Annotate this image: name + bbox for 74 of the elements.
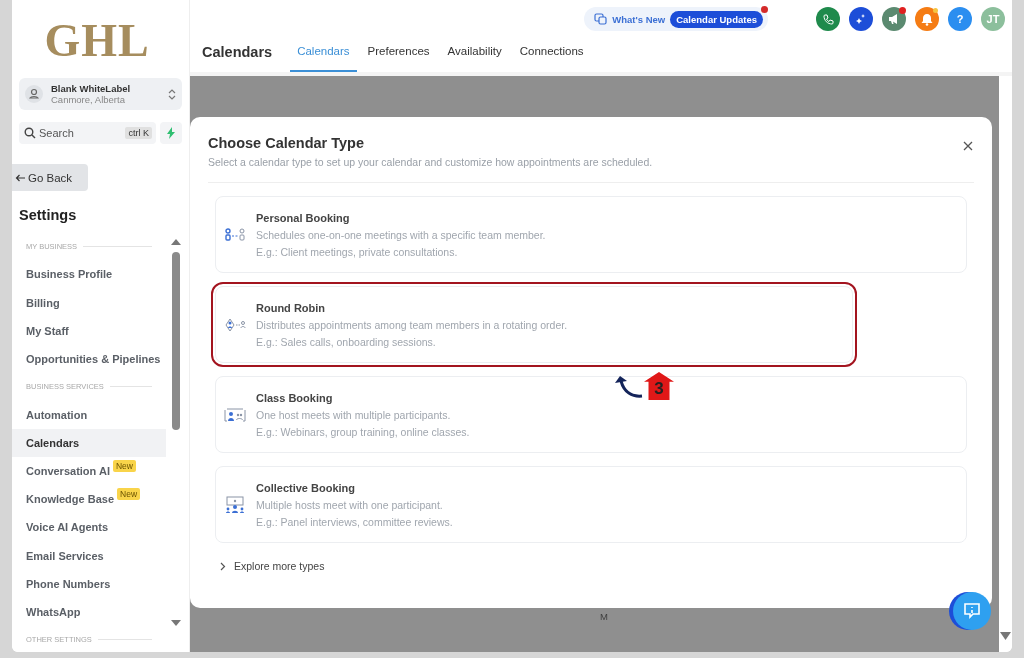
sidebar-item[interactable]: Phone Numbers (12, 569, 166, 598)
sidebar-item[interactable]: Billing (12, 288, 166, 317)
sidebar-item[interactable]: Conversation AI New (12, 456, 166, 486)
sidebar-item[interactable]: My Staff (12, 316, 166, 345)
option-example: E.g.: Sales calls, onboarding sessions. (256, 335, 437, 348)
quick-action-button[interactable] (160, 122, 182, 144)
option-description: Multiple hosts meet with one participant. (256, 498, 444, 511)
page-title: Calendars (202, 43, 273, 62)
calendar-type-option[interactable]: Personal Booking Schedules one-on-one meetings with a specific team member. E.g.: Client meetings, private consultations. (215, 196, 967, 273)
sidebar-item[interactable]: Business Profile (12, 260, 166, 289)
sidebar-item[interactable]: WhatsApp (12, 597, 166, 627)
option-title: Class Booking (256, 391, 334, 404)
account-name: Blank WhiteLabel (51, 83, 132, 94)
option-title: Round Robin (256, 301, 327, 314)
whats-new-pill[interactable]: What's New Calendar Updates (584, 7, 768, 31)
group-class-icon (224, 406, 246, 423)
account-switcher[interactable]: Blank WhiteLabel Canmore, Alberta (19, 78, 182, 110)
tab[interactable]: Calendars (290, 38, 357, 72)
dialog-subtitle: Select a calendar type to set up your calendar and customize how appointments are scheduled. (208, 156, 653, 168)
notifications-button[interactable] (915, 7, 939, 31)
account-location: Canmore, Alberta (51, 94, 126, 105)
chevron-icon (168, 87, 176, 101)
chat-button[interactable] (953, 592, 991, 630)
new-badge: New (112, 459, 136, 472)
go-back-button[interactable]: Go Back (12, 164, 88, 191)
option-example: E.g.: Client meetings, private consultations. (256, 245, 459, 258)
settings-title: Settings (19, 207, 78, 225)
sidebar-item[interactable]: Opportunities & Pipelines (12, 344, 166, 374)
whats-new-label: What's New (612, 13, 666, 25)
rotating-people-icon (224, 316, 246, 333)
option-description: One host meets with multiple participants. (256, 408, 452, 421)
tab[interactable]: Connections (512, 38, 591, 72)
group-people-icon (224, 495, 246, 514)
chat-icon (962, 601, 982, 621)
dialog-title: Choose Calendar Type (208, 135, 366, 151)
sidebar-item[interactable]: Automation (12, 400, 166, 429)
help-button[interactable]: ? (948, 7, 972, 31)
person-pair-icon (224, 227, 246, 242)
option-example: E.g.: Panel interviews, committee reviews. (256, 515, 453, 528)
ai-button[interactable] (849, 7, 873, 31)
left-arrow-icon (15, 173, 25, 182)
scroll-down-icon[interactable] (1000, 632, 1011, 640)
option-description: Schedules one-on-one meetings with a specific team member. (256, 228, 546, 241)
sidebar-item[interactable]: Knowledge Base New (12, 485, 166, 514)
lightning-icon (166, 127, 176, 139)
option-example: E.g.: Webinars, group training, online classes. (256, 425, 470, 438)
option-description: Distributes appointments among team members in a rotating order. (256, 318, 568, 331)
calendar-updates-badge[interactable]: Calendar Updates (670, 10, 763, 28)
sparkle-icon (855, 13, 867, 25)
new-badge: New (117, 488, 141, 501)
sidebar-item[interactable]: Calendars (12, 428, 166, 457)
shortcut-hint: ctrl K (125, 127, 152, 139)
sidebar-item[interactable]: Email Services (12, 541, 166, 570)
notification-dot (899, 7, 906, 14)
column-label: M (600, 611, 608, 622)
phone-icon (822, 13, 834, 25)
tab[interactable]: Preferences (360, 38, 437, 72)
sidebar-item[interactable]: Voice AI Agents (12, 513, 166, 542)
phone-button[interactable] (816, 7, 840, 31)
megaphone-icon (888, 13, 900, 25)
tab[interactable]: Availability (440, 38, 509, 72)
curved-arrow-icon (614, 376, 644, 400)
option-title: Collective Booking (256, 481, 357, 494)
announcements-button[interactable] (882, 7, 906, 31)
step-number-badge: 3 (644, 372, 674, 400)
chevron-right-icon (220, 561, 226, 571)
notification-dot (933, 8, 938, 13)
notification-dot (761, 6, 768, 13)
calendar-type-option[interactable]: Collective Booking Multiple hosts meet with one participant. E.g.: Panel interviews, committee reviews. (215, 466, 967, 543)
explore-more-link[interactable]: Explore more types (220, 560, 325, 572)
option-title: Personal Booking (256, 211, 351, 224)
close-icon (963, 141, 973, 151)
logo: GHL (43, 14, 151, 68)
bell-icon (921, 12, 933, 26)
